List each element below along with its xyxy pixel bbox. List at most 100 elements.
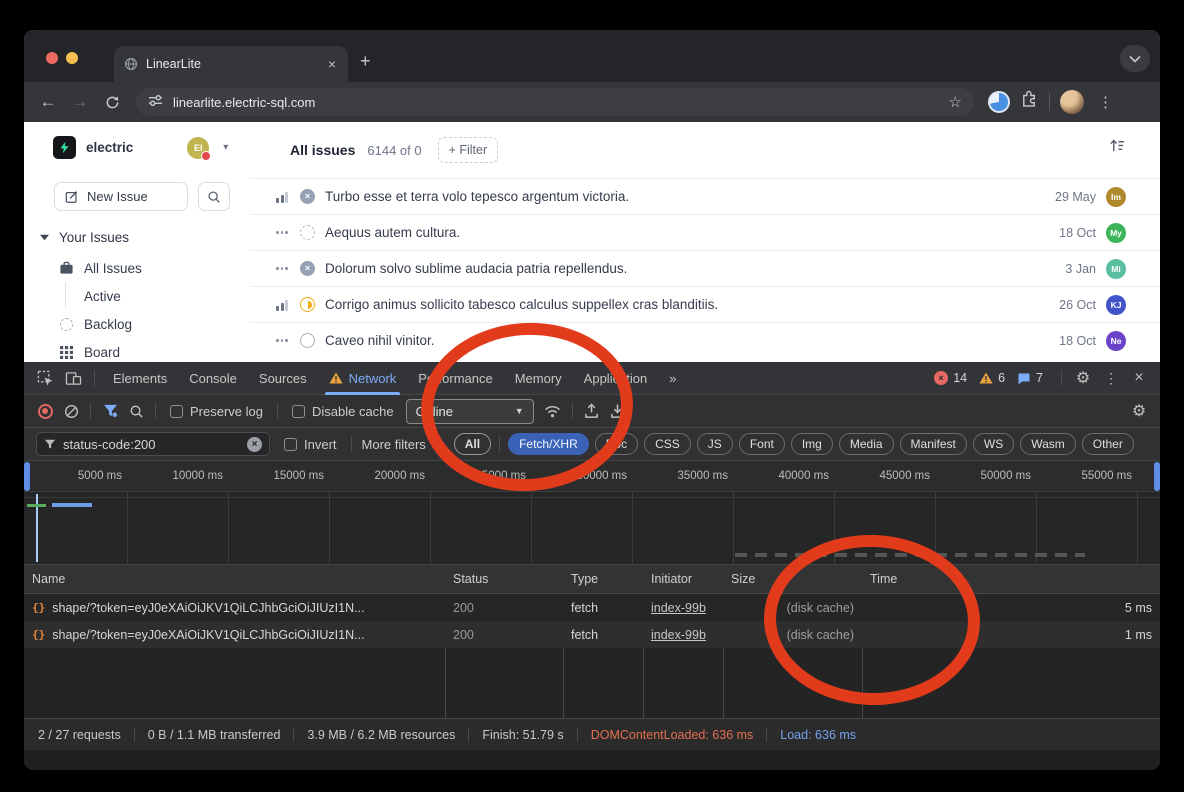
workspace-caret-icon[interactable]: ▾: [223, 142, 228, 153]
column-header-time[interactable]: Time: [862, 572, 1160, 586]
checkbox[interactable]: [170, 405, 183, 418]
clear-network-log-button[interactable]: [58, 398, 84, 424]
throttling-dropdown[interactable]: Offline ▼: [406, 399, 534, 424]
disable-cache-checkbox[interactable]: Disable cache: [292, 404, 394, 419]
tab-network[interactable]: Network: [319, 362, 407, 395]
chip-other[interactable]: Other: [1082, 433, 1134, 455]
clear-filter-icon[interactable]: ×: [247, 437, 262, 452]
chip-ws[interactable]: WS: [973, 433, 1014, 455]
minimize-window-button[interactable]: [66, 52, 78, 64]
assignee-avatar[interactable]: KJ: [1106, 295, 1126, 315]
issue-row[interactable]: × Dolorum solvo sublime audacia patria r…: [250, 250, 1160, 286]
new-tab-button[interactable]: +: [360, 52, 371, 70]
sidebar-item-all-issues[interactable]: All Issues: [58, 256, 142, 280]
workspace-avatar[interactable]: El: [187, 137, 209, 159]
request-initiator-link[interactable]: index-99b: [643, 628, 723, 642]
chip-js[interactable]: JS: [697, 433, 733, 455]
status-icon-in-progress[interactable]: [300, 297, 315, 312]
url-bar[interactable]: linearlite.electric-sql.com ☆: [136, 88, 974, 116]
filter-funnel-icon[interactable]: [97, 398, 123, 424]
tab-performance[interactable]: Performance: [408, 362, 502, 395]
forward-button[interactable]: →: [66, 88, 94, 116]
network-settings-gear-icon[interactable]: ⚙: [1126, 398, 1152, 424]
chip-manifest[interactable]: Manifest: [900, 433, 967, 455]
status-icon-canceled[interactable]: ×: [300, 261, 315, 276]
tab-close-icon[interactable]: ×: [326, 56, 338, 72]
issue-title[interactable]: Corrigo animus sollicito tabesco calculu…: [325, 297, 1049, 312]
assignee-avatar[interactable]: Im: [1106, 187, 1126, 207]
invert-checkbox[interactable]: Invert: [284, 437, 337, 452]
network-conditions-icon[interactable]: [540, 398, 566, 424]
site-settings-icon[interactable]: [148, 94, 163, 110]
status-icon-canceled[interactable]: ×: [300, 189, 315, 204]
checkbox[interactable]: [284, 438, 297, 451]
column-header-size[interactable]: Size: [723, 572, 862, 586]
priority-icon-medium[interactable]: [274, 299, 290, 311]
workspace-row[interactable]: electric El ▾: [53, 136, 228, 159]
issue-title[interactable]: Turbo esse et terra volo tepesco argentu…: [325, 189, 1045, 204]
priority-icon-medium[interactable]: [274, 191, 290, 203]
chip-media[interactable]: Media: [839, 433, 894, 455]
console-warnings-badge[interactable]: 6: [979, 371, 1005, 385]
back-button[interactable]: ←: [34, 88, 62, 116]
priority-icon-none[interactable]: [274, 227, 290, 239]
request-name-cell[interactable]: {} shape/?token=eyJ0eXAiOiJKV1QiLCJhbGci…: [24, 628, 445, 642]
devtools-menu-icon[interactable]: ⋮: [1098, 365, 1124, 391]
chip-css[interactable]: CSS: [644, 433, 691, 455]
chip-doc[interactable]: Doc: [595, 433, 638, 455]
record-network-log-button[interactable]: [32, 398, 58, 424]
request-name-cell[interactable]: {} shape/?token=eyJ0eXAiOiJKV1QiLCJhbGci…: [24, 601, 445, 615]
issue-title[interactable]: Aequus autem cultura.: [325, 225, 1049, 240]
device-toolbar-icon[interactable]: [60, 365, 86, 391]
profile-avatar[interactable]: [1060, 90, 1084, 114]
filter-input[interactable]: status-code:200 ×: [36, 432, 270, 456]
column-header-status[interactable]: Status: [445, 572, 563, 586]
network-overview-timeline[interactable]: 5000 ms 10000 ms 15000 ms 20000 ms 25000…: [24, 461, 1160, 565]
more-filters-button[interactable]: More filters ▼: [362, 437, 442, 452]
issue-row[interactable]: × Turbo esse et terra volo tepesco argen…: [250, 178, 1160, 214]
request-row[interactable]: {} shape/?token=eyJ0eXAiOiJKV1QiLCJhbGci…: [24, 621, 1160, 648]
chip-all[interactable]: All: [454, 433, 491, 455]
devtools-close-icon[interactable]: ×: [1126, 365, 1152, 391]
column-header-name[interactable]: Name: [24, 572, 445, 586]
request-initiator-link[interactable]: index-99b: [643, 601, 723, 615]
inspect-element-icon[interactable]: [32, 365, 58, 391]
status-icon-backlog[interactable]: [300, 225, 315, 240]
close-window-button[interactable]: [46, 52, 58, 64]
add-filter-button[interactable]: + Filter: [438, 137, 499, 163]
sidebar-item-active[interactable]: Active: [84, 284, 121, 308]
sidebar-item-board[interactable]: Board: [58, 340, 120, 364]
sidebar-item-backlog[interactable]: Backlog: [58, 312, 132, 336]
console-errors-badge[interactable]: × 14: [934, 371, 967, 385]
chip-font[interactable]: Font: [739, 433, 785, 455]
tab-search-button[interactable]: [1120, 45, 1150, 72]
issue-row[interactable]: Corrigo animus sollicito tabesco calculu…: [250, 286, 1160, 322]
checkbox[interactable]: [292, 405, 305, 418]
request-row[interactable]: {} shape/?token=eyJ0eXAiOiJKV1QiLCJhbGci…: [24, 594, 1160, 621]
sort-icon[interactable]: [1109, 138, 1126, 158]
timeline-right-handle[interactable]: [1154, 462, 1160, 491]
preserve-log-checkbox[interactable]: Preserve log: [170, 404, 263, 419]
tab-elements[interactable]: Elements: [103, 362, 177, 395]
issues-messages-badge[interactable]: 7: [1017, 371, 1043, 385]
issue-row[interactable]: Aequus autem cultura. 18 Oct My: [250, 214, 1160, 250]
chip-fetch-xhr[interactable]: Fetch/XHR: [508, 433, 589, 455]
export-har-icon[interactable]: [605, 398, 631, 424]
column-header-type[interactable]: Type: [563, 572, 643, 586]
browser-tab[interactable]: LinearLite ×: [114, 46, 348, 82]
reload-button[interactable]: [98, 88, 126, 116]
priority-icon-none[interactable]: [274, 263, 290, 275]
status-icon-todo[interactable]: [300, 333, 315, 348]
column-header-initiator[interactable]: Initiator: [643, 572, 723, 586]
extensions-puzzle-icon[interactable]: [1020, 90, 1039, 114]
issue-title[interactable]: Dolorum solvo sublime audacia patria rep…: [325, 261, 1055, 276]
issue-title[interactable]: Caveo nihil vinitor.: [325, 333, 1049, 348]
extension-icon-blue[interactable]: [988, 91, 1010, 113]
chip-wasm[interactable]: Wasm: [1020, 433, 1076, 455]
import-har-icon[interactable]: [579, 398, 605, 424]
sidebar-section-your-issues[interactable]: Your Issues: [40, 230, 129, 245]
timeline-left-handle[interactable]: [24, 462, 30, 491]
url-text[interactable]: linearlite.electric-sql.com: [173, 95, 939, 110]
priority-icon-none[interactable]: [274, 335, 290, 347]
filter-query[interactable]: status-code:200: [63, 437, 240, 452]
